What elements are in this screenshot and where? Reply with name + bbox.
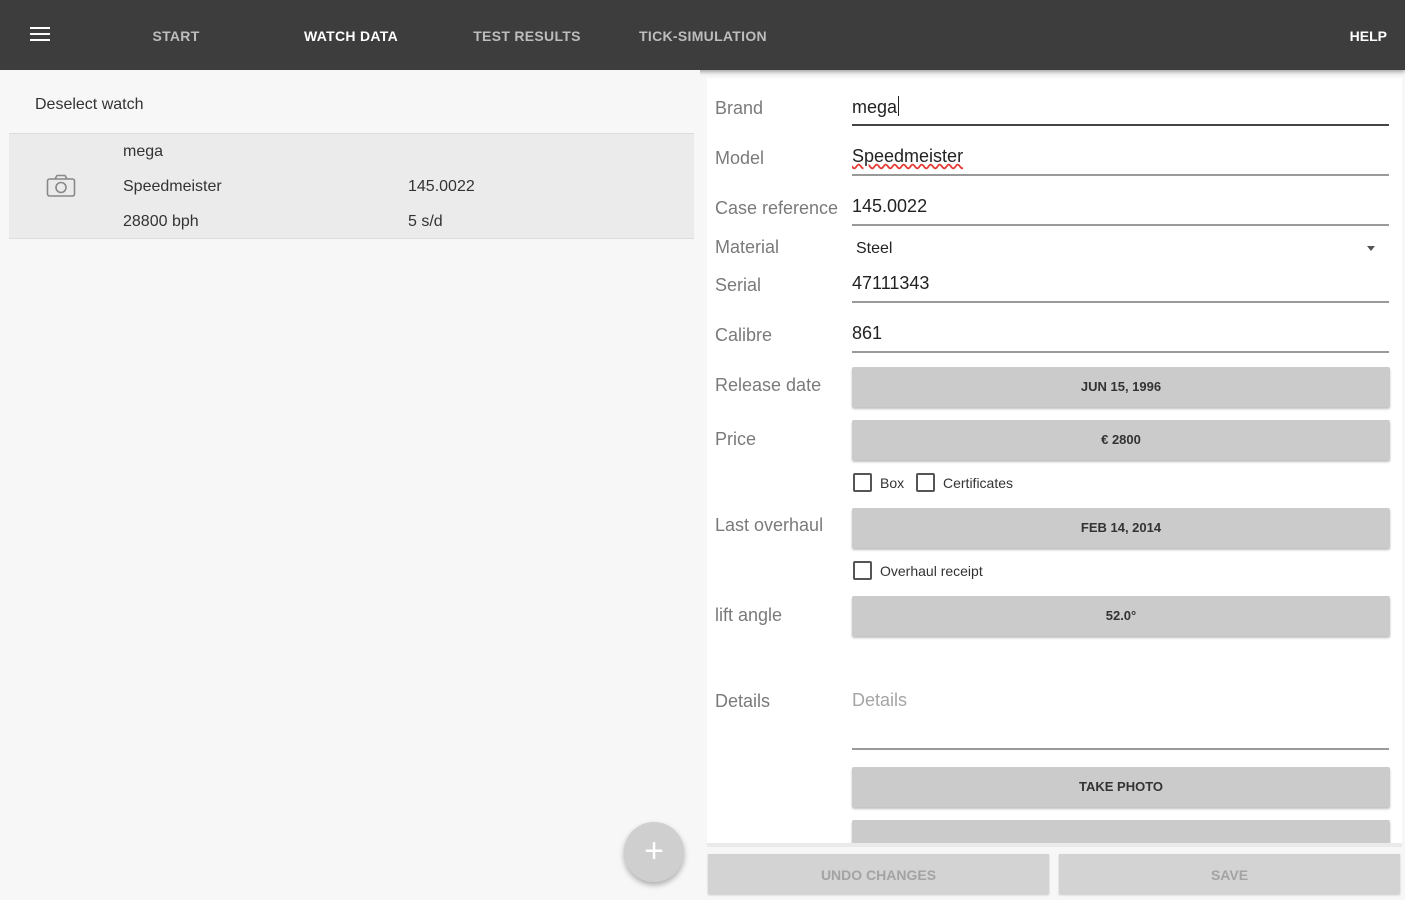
save-button[interactable]: SAVE bbox=[1059, 854, 1400, 894]
overhaul-receipt-checkbox[interactable]: Overhaul receipt bbox=[853, 561, 983, 580]
certificates-checkbox[interactable]: Certificates bbox=[916, 473, 1013, 492]
watch-rate: 5 s/d bbox=[408, 213, 443, 230]
details-label: Details bbox=[715, 691, 771, 711]
deselect-watch-button[interactable]: Deselect watch bbox=[35, 96, 144, 114]
certificates-checkbox-square bbox=[916, 473, 935, 492]
calibre-field[interactable]: 861 bbox=[852, 313, 1389, 353]
camera-icon bbox=[46, 174, 76, 197]
box-checkbox[interactable]: Box bbox=[853, 473, 904, 492]
top-toolbar: START WATCH DATA TEST RESULTS TICK-SIMUL… bbox=[0, 0, 1405, 70]
certificates-checkbox-label: Certificates bbox=[943, 474, 1014, 491]
model-value: Speedmeister bbox=[852, 146, 964, 166]
text-cursor bbox=[898, 96, 900, 116]
overhaul-receipt-label: Overhaul receipt bbox=[880, 562, 983, 579]
box-checkbox-label: Box bbox=[880, 474, 905, 491]
brand-label: Brand bbox=[715, 98, 764, 118]
dropdown-arrow-icon bbox=[1367, 246, 1375, 251]
price-button[interactable]: € 2800 bbox=[852, 420, 1390, 460]
last-overhaul-button[interactable]: FEB 14, 2014 bbox=[852, 508, 1390, 548]
watch-beat-rate: 28800 bph bbox=[123, 213, 199, 230]
partially-hidden-button[interactable] bbox=[852, 820, 1390, 843]
watch-reference: 145.0022 bbox=[408, 178, 475, 195]
add-watch-button[interactable]: + bbox=[624, 822, 684, 882]
tab-tick-simulation[interactable]: TICK-SIMULATION bbox=[630, 0, 776, 70]
release-date-button[interactable]: JUN 15, 1996 bbox=[852, 367, 1390, 407]
calibre-label: Calibre bbox=[715, 325, 773, 345]
brand-value: mega bbox=[852, 97, 898, 117]
material-label: Material bbox=[715, 237, 780, 257]
tab-test-results[interactable]: TEST RESULTS bbox=[465, 0, 589, 70]
last-overhaul-label: Last overhaul bbox=[715, 515, 824, 535]
model-label: Model bbox=[715, 148, 765, 168]
watch-list-panel: Deselect watch mega Speedmeister 145.002… bbox=[0, 70, 700, 900]
case-reference-field[interactable]: 145.0022 bbox=[852, 186, 1389, 226]
watch-form-panel: Brand mega Model Speedmeister Case refer… bbox=[707, 78, 1402, 843]
tab-watch-data[interactable]: WATCH DATA bbox=[295, 0, 407, 70]
help-button[interactable]: HELP bbox=[1350, 0, 1387, 70]
take-photo-button[interactable]: TAKE PHOTO bbox=[852, 767, 1390, 807]
model-field[interactable]: Speedmeister bbox=[852, 136, 1389, 176]
lift-angle-button[interactable]: 52.0° bbox=[852, 596, 1390, 636]
release-date-label: Release date bbox=[715, 375, 822, 395]
overhaul-receipt-checkbox-square bbox=[853, 561, 872, 580]
watch-list-item[interactable]: mega Speedmeister 145.0022 28800 bph 5 s… bbox=[9, 133, 694, 239]
material-dropdown[interactable]: Steel bbox=[852, 231, 1389, 267]
material-value: Steel bbox=[856, 240, 893, 257]
price-label: Price bbox=[715, 429, 757, 449]
plus-icon: + bbox=[644, 832, 664, 870]
case-reference-label: Case reference bbox=[715, 198, 839, 218]
lift-angle-label: lift angle bbox=[715, 605, 783, 625]
brand-field[interactable]: mega bbox=[852, 86, 1389, 126]
menu-icon[interactable] bbox=[28, 24, 52, 46]
serial-field[interactable]: 47111343 bbox=[852, 263, 1389, 303]
undo-changes-button[interactable]: UNDO CHANGES bbox=[708, 854, 1049, 894]
box-checkbox-square bbox=[853, 473, 872, 492]
details-field[interactable]: Details bbox=[852, 680, 1389, 750]
tab-start[interactable]: START bbox=[130, 0, 222, 70]
watch-brand: mega bbox=[123, 143, 164, 160]
form-scroll-edge bbox=[707, 843, 1402, 847]
watch-model: Speedmeister bbox=[123, 178, 222, 195]
serial-label: Serial bbox=[715, 275, 762, 295]
